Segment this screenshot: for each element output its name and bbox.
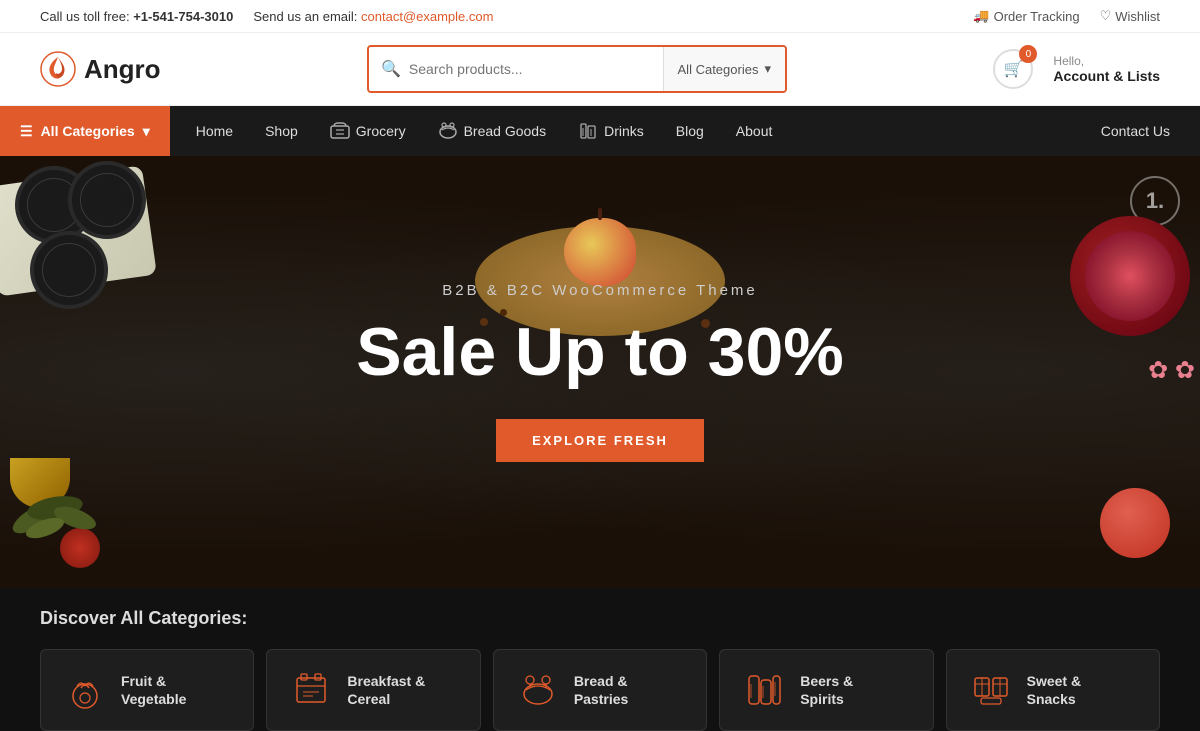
categories-grid: Fruit &Vegetable Breakfast &Cereal <box>40 649 1160 731</box>
wishlist-link[interactable]: ♡ Wishlist <box>1100 8 1160 24</box>
order-tracking-link[interactable]: 🚚 Order Tracking <box>973 8 1079 24</box>
cookie-3 <box>30 231 108 309</box>
grocery-icon <box>330 122 350 140</box>
email-info: Send us an email: contact@example.com <box>253 9 493 24</box>
hero-title: Sale Up to 30% <box>356 315 844 390</box>
search-input[interactable] <box>409 51 651 87</box>
nav-item-drinks[interactable]: Drinks <box>562 106 660 156</box>
hero-right-decoration: 1. ✿ ✿ <box>1000 156 1200 588</box>
chevron-down-icon: ▾ <box>143 123 150 140</box>
menu-icon: ☰ <box>20 123 33 140</box>
top-bar: Call us toll free: +1-541-754-3010 Send … <box>0 0 1200 33</box>
top-bar-left: Call us toll free: +1-541-754-3010 Send … <box>40 9 493 24</box>
nav-right: Contact Us <box>1091 106 1200 156</box>
breakfast-cereal-label: Breakfast &Cereal <box>347 672 425 708</box>
search-icon: 🔍 <box>381 59 401 79</box>
pomegranate-right <box>1040 216 1190 366</box>
fruit-vegetable-label: Fruit &Vegetable <box>121 672 186 708</box>
category-breakfast-cereal[interactable]: Breakfast &Cereal <box>266 649 480 731</box>
heart-icon: ♡ <box>1100 8 1112 24</box>
phone-info: Call us toll free: +1-541-754-3010 <box>40 9 233 24</box>
main-nav: ☰ All Categories ▾ Home Shop Grocery Bre… <box>0 106 1200 156</box>
nav-item-about[interactable]: About <box>720 106 789 156</box>
cart-button[interactable]: 🛒 0 <box>993 49 1033 89</box>
hello-text: Hello, <box>1053 54 1160 68</box>
hero-subtitle: B2B & B2C WooCommerce Theme <box>356 282 844 299</box>
account-label[interactable]: Account & Lists <box>1053 68 1160 84</box>
search-input-wrap: 🔍 <box>369 51 663 87</box>
category-beers-spirits[interactable]: Beers &Spirits <box>719 649 933 731</box>
beers-spirits-label: Beers &Spirits <box>800 672 853 708</box>
hero-section: 1. ✿ ✿ B2B & B2C WooCommerce Theme Sale … <box>0 156 1200 588</box>
category-dropdown[interactable]: All Categories ▾ <box>663 47 785 91</box>
nav-item-shop[interactable]: Shop <box>249 106 314 156</box>
cookie-2 <box>68 161 146 239</box>
bread-pastries-icon <box>514 666 562 714</box>
nav-item-home[interactable]: Home <box>180 106 249 156</box>
flowers: ✿ ✿ <box>1148 356 1195 385</box>
drinks-icon <box>578 122 598 140</box>
category-fruit-vegetable[interactable]: Fruit &Vegetable <box>40 649 254 731</box>
cart-icon-wrap: 🛒 0 <box>993 49 1033 89</box>
pomegranate-small <box>1100 488 1170 558</box>
breakfast-cereal-icon <box>287 666 335 714</box>
hero-content: B2B & B2C WooCommerce Theme Sale Up to 3… <box>356 282 844 463</box>
header-right: 🛒 0 Hello, Account & Lists <box>993 49 1160 89</box>
category-sweet-snacks[interactable]: Sweet &Snacks <box>946 649 1160 731</box>
bread-pastries-label: Bread &Pastries <box>574 672 628 708</box>
nav-links: Home Shop Grocery Bread Goods <box>170 106 1091 156</box>
header: Angro 🔍 All Categories ▾ 🛒 0 Hello, Acco… <box>0 33 1200 106</box>
top-bar-right: 🚚 Order Tracking ♡ Wishlist <box>973 8 1160 24</box>
truck-icon: 🚚 <box>973 8 989 24</box>
explore-button[interactable]: EXPLORE FRESH <box>496 419 704 462</box>
categories-section: Discover All Categories: Fruit &Vegetabl… <box>0 588 1200 731</box>
categories-title: Discover All Categories: <box>40 608 1160 629</box>
nav-item-bread-goods[interactable]: Bread Goods <box>422 106 563 156</box>
email-link[interactable]: contact@example.com <box>361 9 493 24</box>
contact-us-link[interactable]: Contact Us <box>1091 106 1180 156</box>
apple <box>564 218 636 286</box>
nav-item-blog[interactable]: Blog <box>660 106 720 156</box>
chevron-down-icon: ▾ <box>764 61 771 77</box>
cart-icon: 🛒 <box>1003 59 1023 79</box>
beers-spirits-icon <box>740 666 788 714</box>
hero-left-decoration <box>0 156 230 588</box>
cart-badge: 0 <box>1019 45 1037 63</box>
sweet-snacks-icon <box>967 666 1015 714</box>
fruit-vegetable-icon <box>61 666 109 714</box>
account-info: Hello, Account & Lists <box>1053 54 1160 84</box>
herbs <box>5 468 125 548</box>
logo[interactable]: Angro <box>40 51 161 87</box>
category-bread-pastries[interactable]: Bread &Pastries <box>493 649 707 731</box>
bread-goods-icon <box>438 122 458 140</box>
logo-icon <box>40 51 76 87</box>
sweet-snacks-label: Sweet &Snacks <box>1027 672 1081 708</box>
nav-item-grocery[interactable]: Grocery <box>314 106 422 156</box>
all-categories-button[interactable]: ☰ All Categories ▾ <box>0 106 170 156</box>
search-bar: 🔍 All Categories ▾ <box>367 45 787 93</box>
